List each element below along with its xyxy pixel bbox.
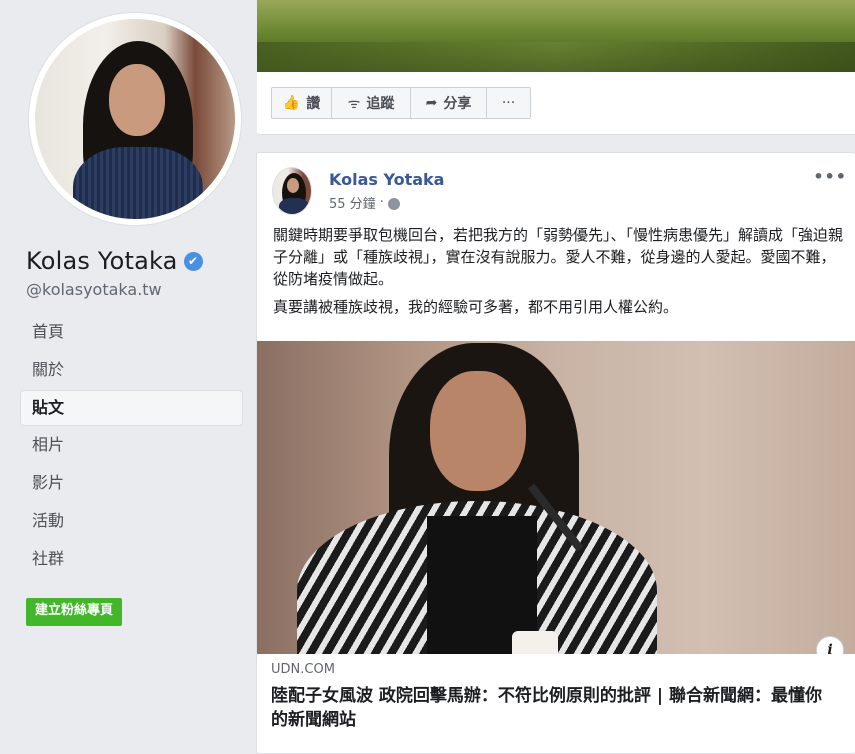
link-source[interactable]: UDN.COM xyxy=(271,662,335,677)
like-label: 讚 xyxy=(306,96,321,112)
meta-separator: · xyxy=(379,195,384,210)
nav-item-events[interactable]: 活動 xyxy=(20,503,243,539)
more-icon: ··· xyxy=(501,95,516,111)
post-paragraph: 關鍵時期要爭取包機回台，若把我方的「弱勢優先」、「慢性病患優先」解讀成「強迫親子… xyxy=(273,226,844,288)
verified-badge-icon: ✔ xyxy=(183,251,203,271)
nav-item-videos[interactable]: 影片 xyxy=(20,465,243,501)
follow-label: 追蹤 xyxy=(366,96,395,112)
post-image[interactable] xyxy=(257,0,855,72)
info-icon[interactable]: i xyxy=(816,636,844,654)
page-title[interactable]: Kolas Yotaka ✔ xyxy=(26,247,203,275)
profile-picture[interactable] xyxy=(29,13,241,225)
thumbs-up-icon: 👍 xyxy=(282,95,301,111)
post-author-name[interactable]: Kolas Yotaka xyxy=(329,170,444,189)
nav-item-photos[interactable]: 相片 xyxy=(20,427,243,463)
profile-photo xyxy=(35,19,235,219)
follow-button[interactable]: ᯤ 追蹤 xyxy=(331,87,411,119)
profile-name-text: Kolas Yotaka xyxy=(26,247,178,275)
share-icon: ➦ xyxy=(425,95,438,111)
post-paragraph: 真要講被種族歧視，我的經驗可多著，都不用引用人權公約。 xyxy=(273,298,679,316)
post-timestamp[interactable]: 55 分鐘 xyxy=(329,193,376,212)
more-actions-button[interactable]: ··· xyxy=(486,87,531,119)
nav-item-home[interactable]: 首頁 xyxy=(20,314,243,350)
globe-icon[interactable] xyxy=(387,197,400,210)
post-card: Kolas Yotaka 55 分鐘 · ••• 關鍵時期要爭取包機回台，若把我… xyxy=(256,152,855,754)
post-meta: 55 分鐘 · xyxy=(329,193,400,212)
post-author-avatar[interactable] xyxy=(272,167,312,215)
share-button[interactable]: ➦ 分享 xyxy=(410,87,487,119)
link-preview-image[interactable]: i xyxy=(257,341,855,654)
profile-username[interactable]: @kolasyotaka.tw xyxy=(26,280,162,299)
link-title[interactable]: 陸配子女風波 政院回擊馬辦：不符比例原則的批評 | 聯合新聞網：最懂你的新聞網站 xyxy=(271,684,831,732)
post-options-icon[interactable]: ••• xyxy=(813,167,847,186)
create-page-button[interactable]: 建立粉絲專頁 xyxy=(26,598,123,626)
nav-item-posts[interactable]: 貼文 xyxy=(20,389,243,426)
rss-icon: ᯤ xyxy=(347,95,361,112)
nav-item-community[interactable]: 社群 xyxy=(20,541,243,577)
left-column: Kolas Yotaka ✔ @kolasyotaka.tw 首頁 關於 貼文 … xyxy=(0,0,257,736)
previous-post-card: 👍 讚 ᯤ 追蹤 ➦ 分享 ··· xyxy=(257,0,855,135)
page-nav: 首頁 關於 貼文 相片 影片 活動 社群 xyxy=(20,314,243,579)
nav-item-about[interactable]: 關於 xyxy=(20,352,243,388)
page-action-bar: 👍 讚 ᯤ 追蹤 ➦ 分享 ··· xyxy=(271,87,531,119)
share-label: 分享 xyxy=(443,96,472,112)
like-button[interactable]: 👍 讚 xyxy=(271,87,332,119)
post-body: 關鍵時期要爭取包機回台，若把我方的「弱勢優先」、「慢性病患優先」解讀成「強迫親子… xyxy=(273,224,843,324)
